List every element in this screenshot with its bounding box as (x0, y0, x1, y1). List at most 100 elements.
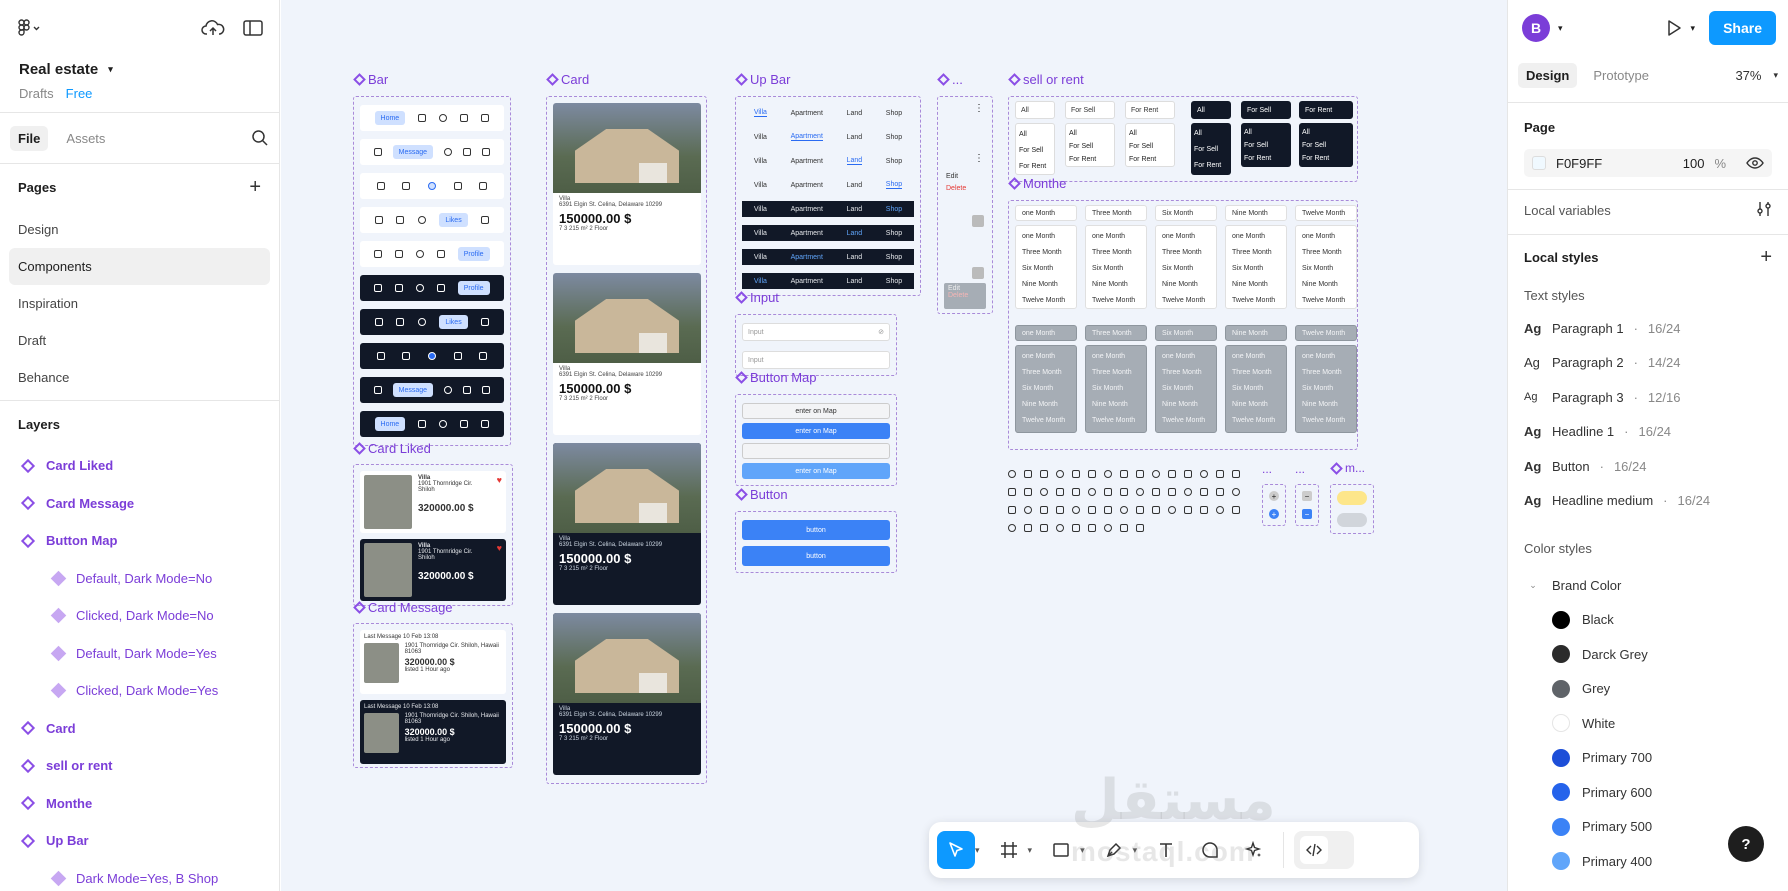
up-bar-villa[interactable]: Villa (754, 182, 767, 189)
heart-icon[interactable]: ♥ (497, 543, 502, 597)
share-button[interactable]: Share (1709, 11, 1776, 45)
month-option[interactable]: one Month (1302, 229, 1350, 245)
filter-dropdown[interactable]: All For Sell For Rent (1065, 123, 1115, 167)
frame-label-monthe[interactable]: Monthe (1008, 176, 1066, 191)
edit-menu-item[interactable]: Edit (946, 173, 958, 180)
minus-icon[interactable]: − (1302, 509, 1312, 519)
month-option[interactable]: one Month (1022, 229, 1070, 245)
frame-label-bar[interactable]: Bar (353, 72, 388, 87)
figma-menu[interactable] (16, 19, 42, 37)
frame-label-input[interactable]: Input (735, 290, 779, 305)
zoom-level[interactable]: 37% (1735, 68, 1761, 83)
month-options-menu[interactable]: one Month Three Month Six Month Nine Month T… (1225, 225, 1287, 309)
enter-on-map-button[interactable]: enter on Map (742, 463, 890, 479)
minus-control-frame[interactable]: − − (1295, 484, 1319, 526)
input-field[interactable]: Input ⊘ (742, 323, 890, 341)
card-message-dark[interactable]: Last Message 10 Feb 13:08 1901 Thornridg… (360, 700, 506, 764)
up-bar-villa[interactable]: Villa (754, 206, 767, 213)
library-icon[interactable] (1200, 470, 1208, 478)
filter-chip-dark[interactable]: All (1191, 101, 1231, 119)
bar-row-dark[interactable]: Likes (360, 309, 504, 335)
up-bar-villa[interactable]: Villa (754, 158, 767, 165)
card-liked-frame[interactable]: Villa 1901 Thornridge Cir. Shiloh 320000.0… (353, 464, 513, 606)
month-option[interactable]: Three Month (1022, 245, 1070, 261)
plus-icon[interactable]: + (1269, 509, 1279, 519)
library-icon[interactable] (1024, 470, 1032, 478)
library-icon[interactable] (1152, 506, 1160, 514)
tab-design[interactable]: Design (1518, 62, 1578, 88)
filter-chip-dark[interactable]: For Sell (1241, 101, 1291, 119)
month-dropdown-disabled[interactable]: Three Month (1085, 325, 1147, 341)
actions-tool[interactable] (1235, 831, 1273, 869)
month-dropdown[interactable]: one Month (1015, 205, 1077, 221)
sell-or-rent-frame[interactable]: All For Sell For Rent All For Sell For R… (1008, 96, 1358, 182)
card-message-frame[interactable]: Last Message 10 Feb 13:08 1901 Thornridg… (353, 623, 513, 768)
color-style-item[interactable]: Black (1524, 603, 1772, 638)
enter-on-map-button[interactable]: enter on Map (742, 403, 890, 419)
dev-mode-toggle[interactable] (1294, 831, 1355, 869)
month-dropdown-disabled[interactable]: one Month (1015, 325, 1077, 341)
month-option[interactable]: Six Month (1092, 261, 1140, 277)
library-icon[interactable] (1136, 524, 1144, 532)
library-icon[interactable] (1216, 506, 1224, 514)
month-option[interactable]: Six Month (1302, 261, 1350, 277)
minus-icon[interactable]: − (1302, 491, 1312, 501)
month-option[interactable]: Six Month (1022, 381, 1070, 397)
up-bar-row[interactable]: Villa Apartment Land Shop (742, 153, 914, 169)
month-option[interactable]: Three Month (1232, 245, 1280, 261)
layer-variant[interactable]: Clicked, Dark Mode=No (0, 597, 279, 635)
plus-icon[interactable]: + (1269, 491, 1279, 501)
heart-icon[interactable]: ♥ (497, 475, 502, 529)
month-dropdown[interactable]: Nine Month (1225, 205, 1287, 221)
up-bar-land[interactable]: Land (847, 206, 863, 213)
bar-row[interactable]: Home (360, 105, 504, 131)
library-icon[interactable] (1168, 488, 1176, 496)
month-option[interactable]: Three Month (1092, 245, 1140, 261)
layer-variant[interactable]: Dark Mode=Yes, B Shop (0, 860, 279, 891)
add-page-icon[interactable]: + (249, 176, 261, 199)
month-option[interactable]: one Month (1162, 229, 1210, 245)
frame-label-dots[interactable]: ... (937, 72, 963, 87)
library-icon[interactable] (1120, 470, 1128, 478)
up-bar-apartment[interactable]: Apartment (791, 110, 823, 117)
library-icon[interactable] (1104, 524, 1112, 532)
sliders-icon[interactable] (1756, 201, 1772, 220)
filter-dropdown-dark[interactable]: All For Sell For Rent (1191, 123, 1231, 175)
month-option[interactable]: Nine Month (1162, 277, 1210, 293)
color-style-item[interactable]: Darck Grey (1524, 637, 1772, 672)
month-option[interactable]: one Month (1092, 229, 1140, 245)
pen-tool[interactable] (1095, 831, 1133, 869)
month-options-menu[interactable]: one Month Three Month Six Month Nine Month T… (1155, 225, 1217, 309)
month-options-menu-disabled[interactable]: one Month Three Month Six Month Nine Month T… (1085, 345, 1147, 433)
library-icon[interactable] (1088, 488, 1096, 496)
month-option[interactable]: Six Month (1232, 261, 1280, 277)
month-option[interactable]: Twelve Month (1022, 293, 1070, 309)
up-bar-row-dark[interactable]: Villa Apartment Land Shop (742, 201, 914, 217)
property-card[interactable]: Villa 6391 Elgin St. Celina, Delaware 102… (553, 103, 701, 265)
filter-chip[interactable]: For Sell (1065, 101, 1115, 119)
month-option[interactable]: Twelve Month (1162, 413, 1210, 429)
moon-toggle[interactable] (1337, 513, 1367, 527)
library-icon[interactable] (1008, 506, 1016, 514)
up-bar-row[interactable]: Villa Apartment Land Shop (742, 129, 914, 145)
more-vertical-icon[interactable]: ⋮ (974, 103, 984, 114)
library-icon[interactable] (1056, 506, 1064, 514)
play-icon[interactable] (1665, 19, 1683, 37)
layer-card[interactable]: Card (0, 710, 279, 748)
library-icon[interactable] (1104, 506, 1112, 514)
ellipsis-label[interactable]: ... (1262, 462, 1272, 476)
upload-cloud-icon[interactable] (201, 19, 225, 37)
button-frame[interactable]: button button (735, 511, 897, 573)
library-icon[interactable] (1232, 488, 1240, 496)
avatar[interactable]: B (1522, 14, 1550, 42)
move-tool[interactable] (937, 831, 975, 869)
text-style-item[interactable]: Ag Paragraph 1 · 16/24 (1524, 311, 1772, 346)
text-style-item[interactable]: Ag Button · 16/24 (1524, 449, 1772, 484)
library-icon[interactable] (1072, 506, 1080, 514)
month-options-menu-disabled[interactable]: one Month Three Month Six Month Nine Month T… (1155, 345, 1217, 433)
up-bar-villa[interactable]: Villa (754, 230, 767, 237)
frame-label-card[interactable]: Card (546, 72, 589, 87)
month-dropdown-disabled[interactable]: Twelve Month (1295, 325, 1357, 341)
month-option[interactable]: one Month (1302, 349, 1350, 365)
filter-chip[interactable]: For Rent (1125, 101, 1175, 119)
